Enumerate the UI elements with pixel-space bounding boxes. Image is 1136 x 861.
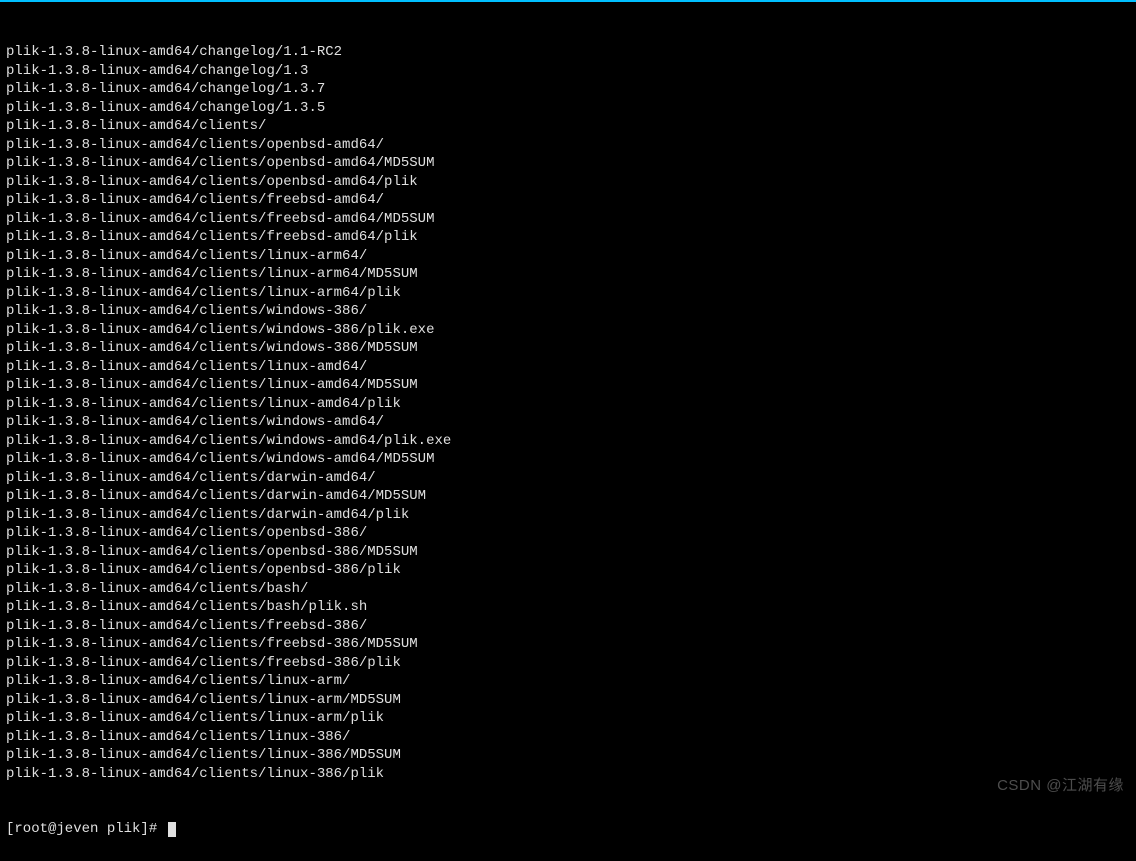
- output-line: plik-1.3.8-linux-amd64/clients/darwin-am…: [6, 469, 1130, 488]
- output-line: plik-1.3.8-linux-amd64/clients/linux-arm…: [6, 265, 1130, 284]
- output-line: plik-1.3.8-linux-amd64/clients/linux-arm…: [6, 247, 1130, 266]
- output-line: plik-1.3.8-linux-amd64/clients/linux-386…: [6, 728, 1130, 747]
- output-line: plik-1.3.8-linux-amd64/clients/linux-386…: [6, 746, 1130, 765]
- output-line: plik-1.3.8-linux-amd64/clients/darwin-am…: [6, 487, 1130, 506]
- output-line: plik-1.3.8-linux-amd64/clients/: [6, 117, 1130, 136]
- output-line: plik-1.3.8-linux-amd64/clients/linux-arm…: [6, 691, 1130, 710]
- output-line: plik-1.3.8-linux-amd64/clients/openbsd-3…: [6, 524, 1130, 543]
- output-line: plik-1.3.8-linux-amd64/changelog/1.3.7: [6, 80, 1130, 99]
- output-line: plik-1.3.8-linux-amd64/clients/linux-arm…: [6, 709, 1130, 728]
- output-line: plik-1.3.8-linux-amd64/clients/freebsd-a…: [6, 228, 1130, 247]
- output-line: plik-1.3.8-linux-amd64/clients/openbsd-a…: [6, 154, 1130, 173]
- shell-prompt: [root@jeven plik]#: [6, 820, 166, 839]
- output-line: plik-1.3.8-linux-amd64/clients/openbsd-3…: [6, 543, 1130, 562]
- output-line: plik-1.3.8-linux-amd64/clients/openbsd-3…: [6, 561, 1130, 580]
- output-line: plik-1.3.8-linux-amd64/clients/linux-386…: [6, 765, 1130, 784]
- output-line: plik-1.3.8-linux-amd64/changelog/1.1-RC2: [6, 43, 1130, 62]
- output-line: plik-1.3.8-linux-amd64/clients/bash/: [6, 580, 1130, 599]
- output-line: plik-1.3.8-linux-amd64/clients/freebsd-a…: [6, 210, 1130, 229]
- output-line: plik-1.3.8-linux-amd64/clients/linux-amd…: [6, 358, 1130, 377]
- output-line: plik-1.3.8-linux-amd64/clients/freebsd-3…: [6, 617, 1130, 636]
- output-line: plik-1.3.8-linux-amd64/clients/openbsd-a…: [6, 136, 1130, 155]
- watermark-text: CSDN @江湖有缘: [997, 774, 1124, 795]
- output-line: plik-1.3.8-linux-amd64/clients/windows-3…: [6, 302, 1130, 321]
- output-line: plik-1.3.8-linux-amd64/clients/linux-amd…: [6, 376, 1130, 395]
- output-lines: plik-1.3.8-linux-amd64/changelog/1.1-RC2…: [6, 43, 1130, 783]
- output-line: plik-1.3.8-linux-amd64/clients/windows-3…: [6, 339, 1130, 358]
- output-line: plik-1.3.8-linux-amd64/clients/freebsd-3…: [6, 654, 1130, 673]
- output-line: plik-1.3.8-linux-amd64/changelog/1.3: [6, 62, 1130, 81]
- output-line: plik-1.3.8-linux-amd64/clients/windows-a…: [6, 432, 1130, 451]
- output-line: plik-1.3.8-linux-amd64/clients/openbsd-a…: [6, 173, 1130, 192]
- output-line: plik-1.3.8-linux-amd64/clients/bash/plik…: [6, 598, 1130, 617]
- cursor-icon: [168, 822, 176, 837]
- output-line: plik-1.3.8-linux-amd64/clients/freebsd-3…: [6, 635, 1130, 654]
- output-line: plik-1.3.8-linux-amd64/changelog/1.3.5: [6, 99, 1130, 118]
- output-line: plik-1.3.8-linux-amd64/clients/windows-a…: [6, 450, 1130, 469]
- output-line: plik-1.3.8-linux-amd64/clients/windows-a…: [6, 413, 1130, 432]
- output-line: plik-1.3.8-linux-amd64/clients/darwin-am…: [6, 506, 1130, 525]
- output-line: plik-1.3.8-linux-amd64/clients/windows-3…: [6, 321, 1130, 340]
- output-line: plik-1.3.8-linux-amd64/clients/linux-arm…: [6, 284, 1130, 303]
- output-line: plik-1.3.8-linux-amd64/clients/freebsd-a…: [6, 191, 1130, 210]
- output-line: plik-1.3.8-linux-amd64/clients/linux-amd…: [6, 395, 1130, 414]
- terminal-output[interactable]: plik-1.3.8-linux-amd64/changelog/1.1-RC2…: [0, 2, 1136, 861]
- prompt-line[interactable]: [root@jeven plik]#: [6, 820, 1130, 839]
- output-line: plik-1.3.8-linux-amd64/clients/linux-arm…: [6, 672, 1130, 691]
